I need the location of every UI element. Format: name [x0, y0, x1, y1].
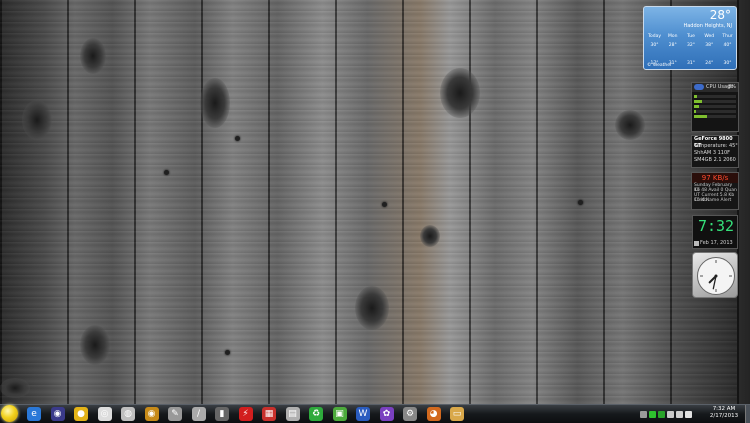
flag-icon — [694, 241, 699, 246]
folder-icon[interactable]: ▭ — [450, 407, 464, 421]
network-row: Cmd Name Alert — [694, 198, 732, 203]
cpu-core-bar — [694, 115, 736, 118]
wand-icon[interactable]: ✎ — [168, 407, 182, 421]
cpu-core-bar — [694, 105, 736, 108]
weather-location: Haddon Heights, NJ — [683, 23, 732, 29]
taskbar: e ◉ ● ◎ ◍ ◉ ✎ / ▮ ⚡ ▦ ▤ ♻ ▣ W ✿ ⚙ ◕ ▭ 7:32 AM 2/17/2013 — [0, 404, 750, 423]
weather-day: Today — [647, 34, 661, 39]
clock-hands — [700, 260, 732, 292]
recycle-icon[interactable]: ♻ — [309, 407, 323, 421]
digital-clock-gadget[interactable]: 7:32 Feb 17, 2013 — [692, 215, 738, 249]
weather-highs: 30° 28° 32° 38° 40° — [646, 43, 736, 48]
gpu-stat: SM4GB 2.1 2060 — [694, 157, 736, 163]
cpu-core-bar — [694, 100, 736, 103]
palette-icon[interactable]: ✿ — [379, 407, 394, 421]
media-disc-icon[interactable]: ◎ — [97, 407, 112, 421]
cpu-core-bar-fill — [694, 95, 698, 98]
gpu-monitor-gadget[interactable]: GeForce 9800 GT Temperature: 45° ShhAM 3… — [691, 135, 739, 168]
intel-logo-icon — [694, 84, 704, 90]
gpu-temperature: Temperature: 45° — [694, 143, 738, 149]
cpu-core-bar — [694, 95, 736, 98]
weather-day: Thur — [722, 34, 733, 39]
digital-clock-date: Feb 17, 2013 — [700, 240, 733, 246]
weather-day: Mon — [668, 34, 678, 39]
ie-icon[interactable]: e — [27, 407, 41, 421]
weather-temperature: 28° — [709, 8, 731, 22]
cpu-core-bar — [694, 110, 736, 113]
system-tray — [640, 408, 692, 420]
cpu-percent: 8% — [728, 84, 736, 90]
gear-icon[interactable]: ⚙ — [403, 407, 417, 421]
weather-day: Tue — [687, 34, 695, 39]
gpu-title: GeForce 9800 GT — [694, 136, 733, 149]
weather-high: 40° — [723, 43, 732, 48]
taskbar-clock-time: 7:32 AM — [712, 406, 736, 412]
cpu-core-bar-fill — [694, 110, 697, 113]
weather-high: 30° — [650, 43, 659, 48]
analog-clock-gadget[interactable] — [692, 252, 738, 298]
cpu-core-bar-fill — [694, 100, 703, 103]
weather-high: 38° — [705, 43, 714, 48]
show-desktop-button[interactable] — [745, 405, 750, 423]
weather-footer: © Weather — [647, 63, 672, 68]
weather-gadget[interactable]: 28° Haddon Heights, NJ Today Mon Tue Wed… — [643, 6, 737, 70]
desktop-wallpaper[interactable] — [0, 0, 750, 404]
weather-low: 30° — [723, 61, 732, 66]
cpu-header: CPU Usage 8% — [692, 83, 738, 92]
calendar-icon[interactable]: ▤ — [285, 407, 300, 421]
cd-icon[interactable]: ◍ — [121, 407, 135, 421]
tray-app-icon[interactable] — [658, 410, 665, 418]
taskbar-clock-date: 2/17/2013 — [709, 413, 739, 419]
volume-icon[interactable] — [676, 410, 683, 418]
chat-icon[interactable]: ▣ — [332, 407, 347, 421]
yellow-disc-icon[interactable]: ● — [74, 407, 88, 421]
weather-low: 24° — [705, 61, 714, 66]
cpu-usage-gadget[interactable]: CPU Usage 8% — [691, 82, 739, 132]
cpu-core-bars — [692, 92, 738, 121]
lightning-icon[interactable]: ⚡ — [238, 407, 253, 421]
weather-high: 28° — [668, 43, 677, 48]
red-app-icon[interactable]: ▦ — [262, 407, 276, 421]
eye-icon[interactable]: ◉ — [50, 407, 65, 421]
cpu-core-bar-fill — [694, 105, 700, 108]
pen-tool-icon[interactable]: / — [191, 407, 206, 421]
taskbar-clock[interactable]: 7:32 AM 2/17/2013 — [704, 406, 744, 420]
film-icon[interactable]: ▮ — [215, 407, 229, 421]
flag-icon[interactable] — [685, 410, 692, 418]
weather-day: Wed — [704, 34, 715, 39]
network-icon[interactable] — [667, 410, 674, 418]
word-icon[interactable]: W — [356, 407, 370, 421]
weather-days: Today Mon Tue Wed Thur — [646, 34, 736, 39]
smiley-start-orb-icon[interactable] — [1, 405, 18, 422]
network-meter-gadget[interactable]: 97 KB/s Sunday February 17 Kb 48 Avail 0… — [691, 172, 739, 210]
firefox-icon[interactable]: ◕ — [426, 407, 441, 421]
cpu-core-bar-fill — [694, 115, 707, 118]
digital-clock-time: 7:32 — [697, 217, 735, 235]
clock-face — [697, 257, 735, 295]
weather-high: 32° — [687, 43, 695, 48]
weather-low: 31° — [687, 61, 695, 66]
speaker-icon[interactable]: ◉ — [144, 407, 159, 421]
tray-arrow-icon[interactable] — [640, 410, 647, 418]
gpu-stat: ShhAM 3 110F — [694, 150, 731, 156]
tray-app-icon[interactable] — [649, 410, 656, 418]
network-headline: 97 KB/s — [692, 173, 738, 183]
